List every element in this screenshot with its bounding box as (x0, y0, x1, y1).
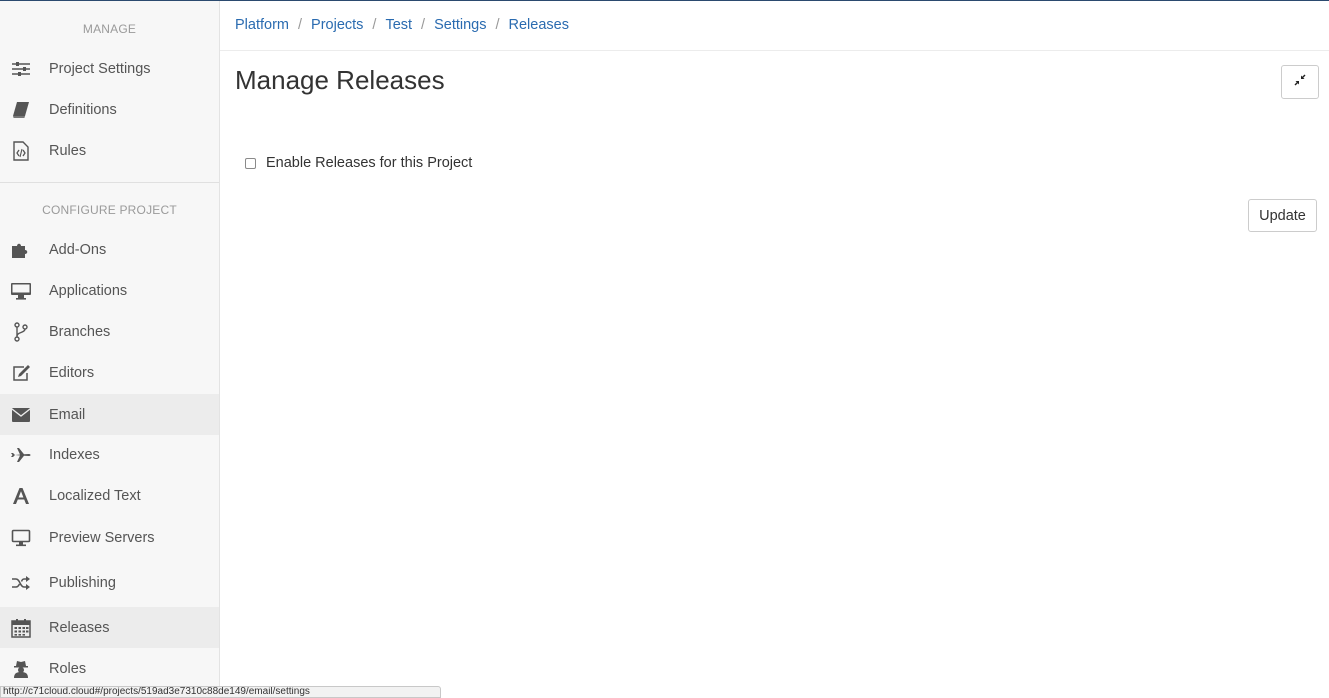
compress-icon (1294, 73, 1306, 91)
sidebar-item-label: Localized Text (49, 487, 141, 504)
calendar-icon (10, 617, 32, 639)
sidebar-divider (0, 182, 219, 183)
breadcrumb-platform[interactable]: Platform (235, 17, 289, 33)
sidebar-item-label: Indexes (49, 446, 100, 463)
sidebar-item-publishing[interactable]: Publishing (0, 562, 219, 603)
shuffle-icon (10, 572, 32, 594)
sidebar-item-releases[interactable]: Releases (0, 607, 219, 648)
enable-releases-row: Enable Releases for this Project (245, 155, 472, 171)
sidebar-item-definitions[interactable]: Definitions (0, 89, 219, 130)
sidebar-item-label: Applications (49, 282, 128, 299)
sidebar-item-label: Publishing (49, 574, 116, 591)
branch-icon (10, 321, 32, 343)
breadcrumb-releases[interactable]: Releases (509, 17, 569, 33)
sidebar-item-editors[interactable]: Editors (0, 352, 219, 393)
breadcrumb-separator: / (298, 17, 303, 33)
sidebar-item-label: Project Settings (49, 60, 151, 77)
sidebar-section-configure: CONFIGURE PROJECT (42, 203, 177, 217)
main-content: Platform / Projects / Test / Settings / … (220, 1, 1329, 693)
plane-icon (10, 444, 32, 466)
envelope-icon (10, 404, 32, 426)
sidebar-item-indexes[interactable]: Indexes (0, 434, 219, 475)
enable-releases-label[interactable]: Enable Releases for this Project (266, 155, 472, 171)
sidebar-item-label: Add-Ons (49, 241, 107, 258)
breadcrumb-separator: / (421, 17, 426, 33)
sidebar: MANAGE Project Settings Definitions Rule… (0, 1, 220, 693)
sidebar-item-localized-text[interactable]: Localized Text (0, 475, 219, 516)
puzzle-icon (10, 239, 32, 261)
sidebar-item-project-settings[interactable]: Project Settings (0, 48, 219, 89)
status-bar-url: http://c71cloud.cloud#/projects/519ad3e7… (0, 686, 441, 698)
breadcrumb-settings[interactable]: Settings (434, 17, 486, 33)
sidebar-item-label: Editors (49, 364, 95, 381)
sidebar-item-applications[interactable]: Applications (0, 270, 219, 311)
sidebar-item-rules[interactable]: Rules (0, 130, 219, 171)
sidebar-item-label: Definitions (49, 101, 117, 118)
user-secret-icon (10, 658, 32, 680)
book-icon (10, 99, 32, 121)
desktop-icon (10, 280, 32, 302)
sidebar-item-label: Branches (49, 323, 111, 340)
font-icon (10, 485, 32, 507)
sidebar-item-preview-servers[interactable]: Preview Servers (0, 517, 219, 558)
sidebar-item-label: Roles (49, 660, 87, 677)
sidebar-item-add-ons[interactable]: Add-Ons (0, 229, 219, 270)
collapse-button[interactable] (1281, 65, 1319, 99)
breadcrumb-test[interactable]: Test (385, 17, 412, 33)
page-title: Manage Releases (235, 65, 445, 95)
breadcrumb: Platform / Projects / Test / Settings / … (235, 17, 569, 33)
breadcrumb-separator: / (372, 17, 377, 33)
breadcrumb-separator: / (495, 17, 500, 33)
sidebar-item-label: Email (49, 406, 86, 423)
monitor-icon (10, 527, 32, 549)
sliders-icon (10, 58, 32, 80)
breadcrumb-projects[interactable]: Projects (311, 17, 363, 33)
code-file-icon (10, 140, 32, 162)
sidebar-item-label: Rules (49, 142, 87, 159)
sidebar-item-email[interactable]: Email (0, 394, 219, 435)
sidebar-item-roles[interactable]: Roles (0, 648, 219, 689)
sidebar-item-label: Releases (49, 619, 110, 636)
header-divider (220, 50, 1329, 51)
sidebar-section-manage: MANAGE (82, 22, 137, 36)
sidebar-item-branches[interactable]: Branches (0, 311, 219, 352)
sidebar-item-label: Preview Servers (49, 529, 155, 546)
enable-releases-checkbox[interactable] (245, 157, 256, 169)
update-button[interactable]: Update (1248, 199, 1317, 232)
edit-icon (10, 362, 32, 384)
